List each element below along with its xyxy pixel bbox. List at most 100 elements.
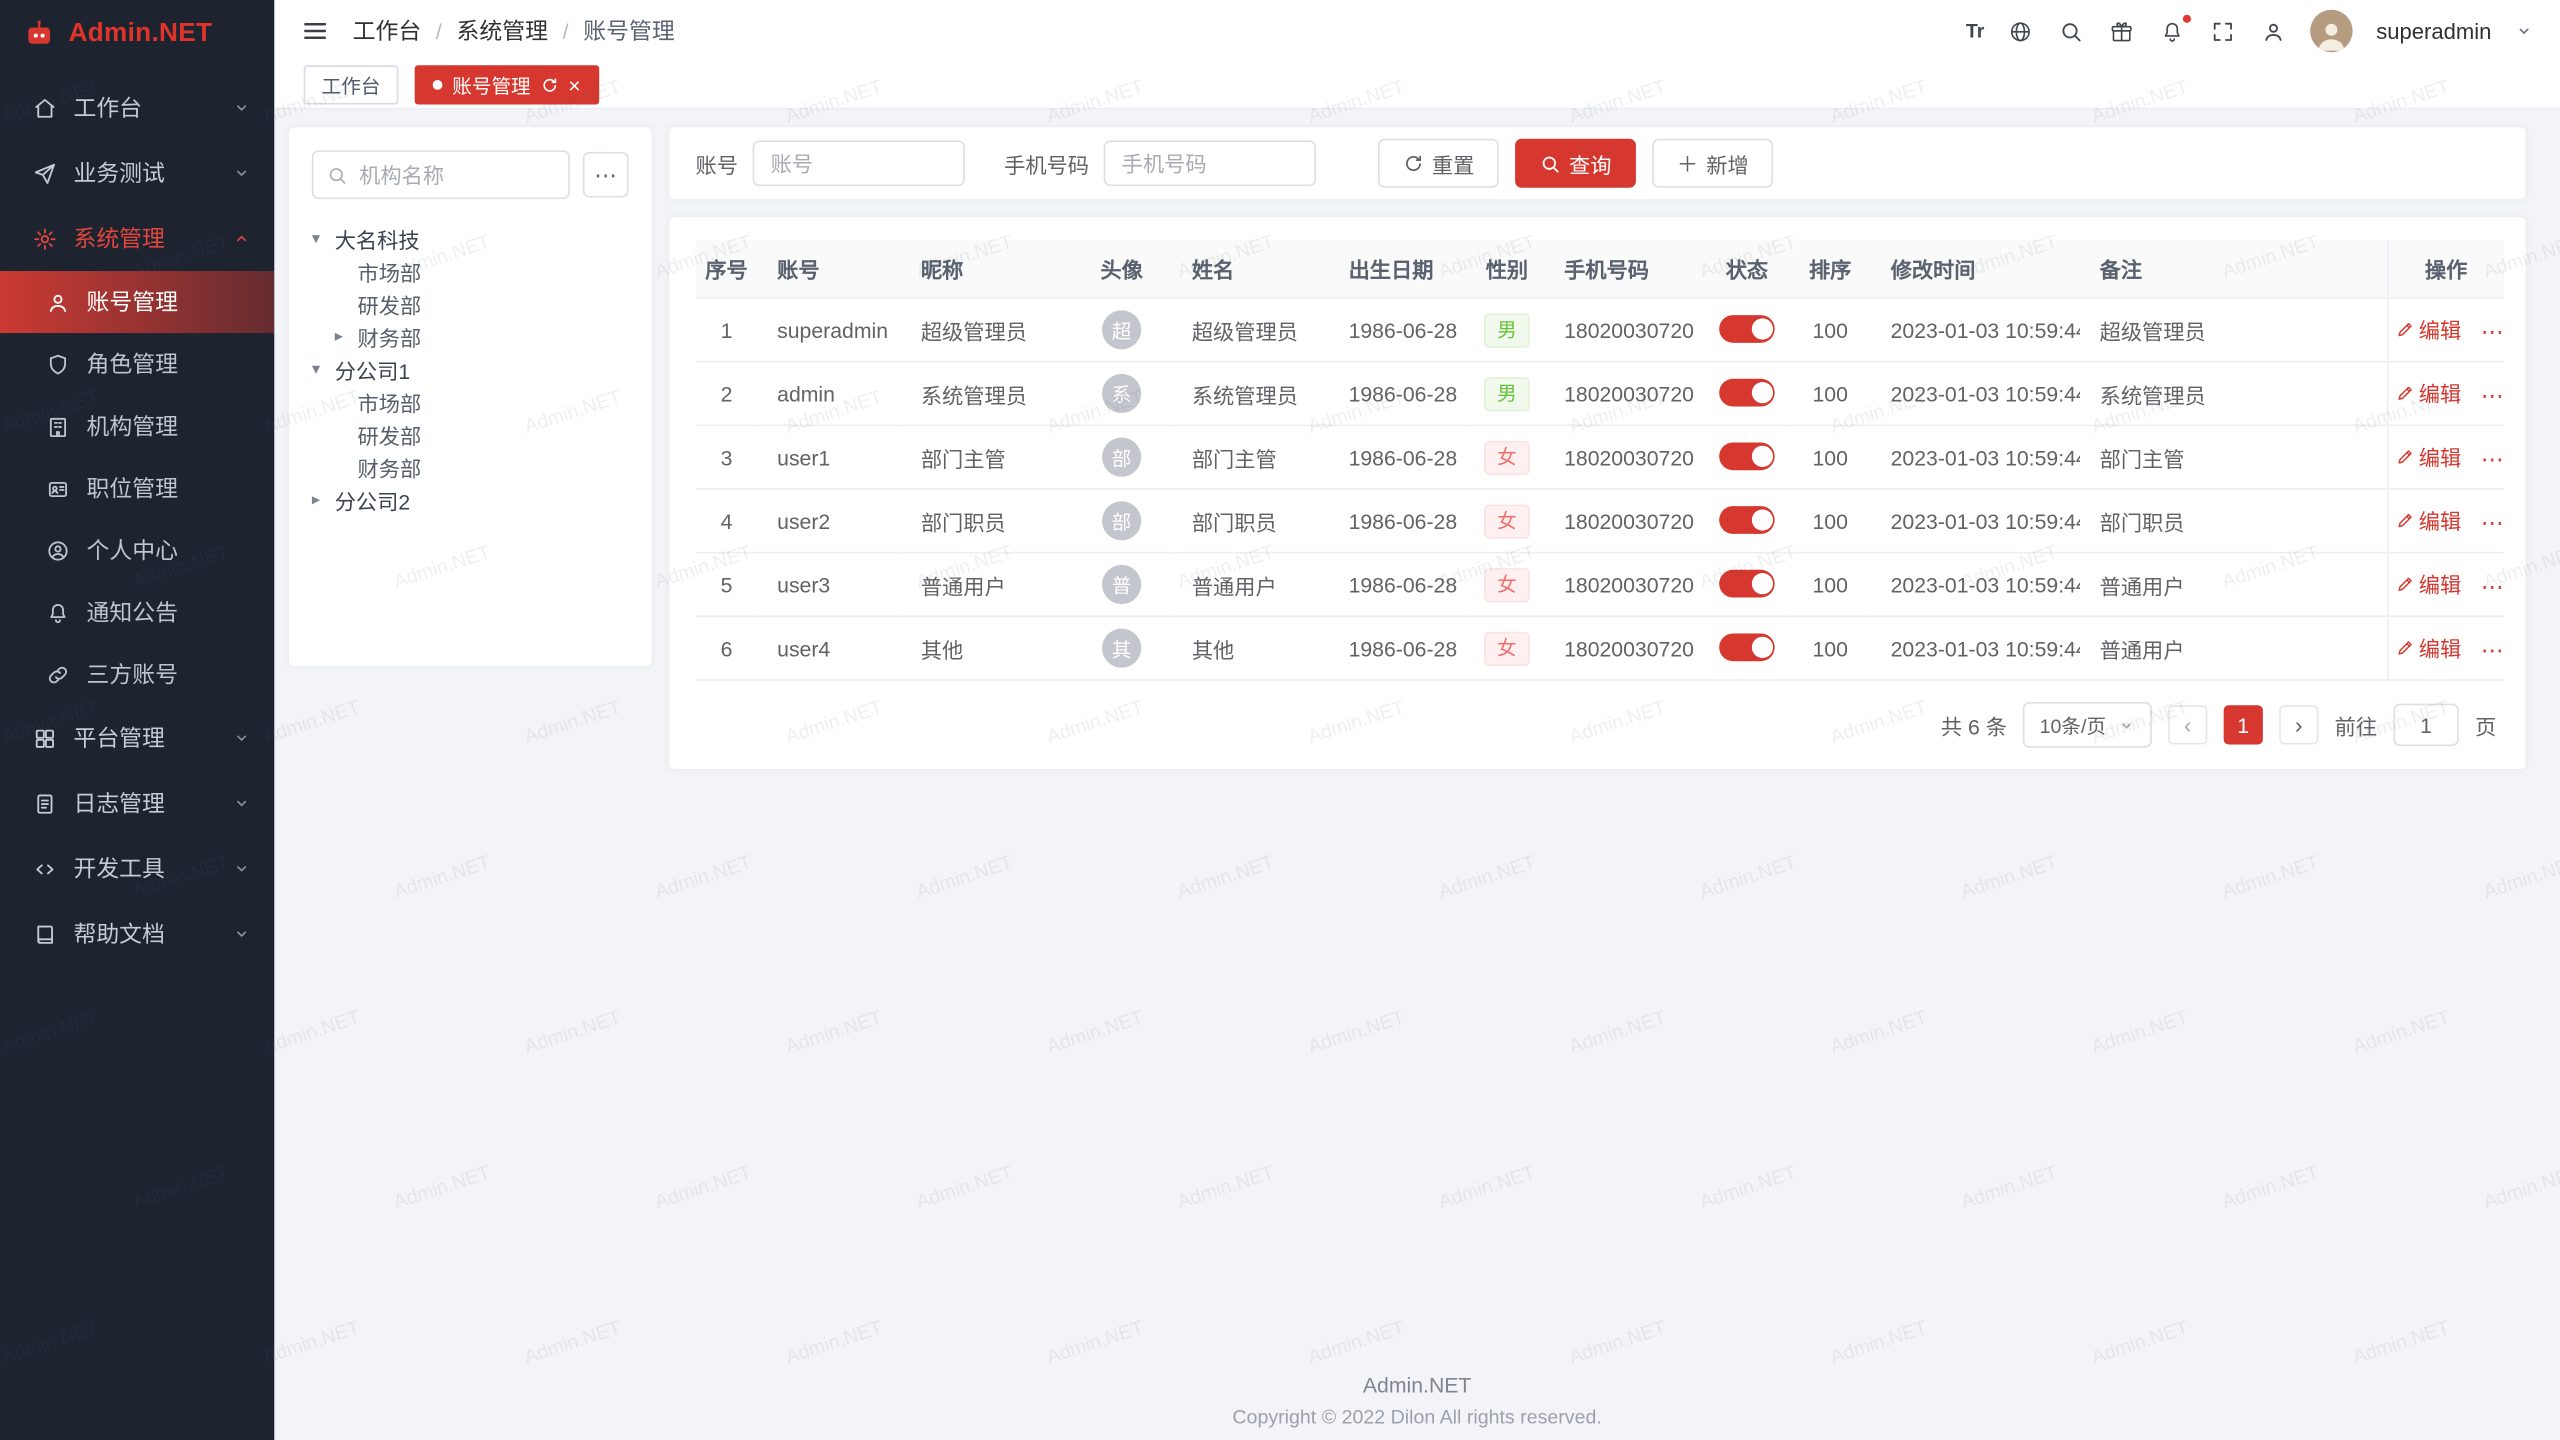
status-toggle[interactable] xyxy=(1719,315,1775,343)
next-page-button[interactable]: › xyxy=(2279,705,2318,744)
cell-status xyxy=(1704,553,1789,617)
cell-name: 系统管理员 xyxy=(1172,362,1329,426)
row-more-button[interactable]: ⋯ xyxy=(2481,382,2504,408)
edit-button[interactable]: 编辑 xyxy=(2394,505,2461,536)
status-toggle[interactable] xyxy=(1719,442,1775,470)
avatar: 部 xyxy=(1102,438,1141,477)
sidebar-item-platform-management[interactable]: 平台管理 xyxy=(0,705,274,770)
tree-node-label: 市场部 xyxy=(358,386,422,417)
username[interactable]: superadmin xyxy=(2376,19,2491,43)
sidebar-item-workbench[interactable]: 工作台 xyxy=(0,75,274,140)
tree-node[interactable]: 研发部 xyxy=(312,287,629,320)
cell-account: user4 xyxy=(758,616,902,680)
status-toggle[interactable] xyxy=(1719,570,1775,598)
col-name: 姓名 xyxy=(1172,240,1329,298)
sidebar-subitem-third-party-account[interactable]: 三方账号 xyxy=(0,643,274,705)
bell-icon[interactable] xyxy=(2159,17,2187,45)
caret-right-icon[interactable]: ▸ xyxy=(335,327,358,345)
current-page-button[interactable]: 1 xyxy=(2224,705,2263,744)
add-button[interactable]: ＋ 新增 xyxy=(1652,139,1773,188)
font-size-icon[interactable]: Tr xyxy=(1966,17,1985,45)
search-icon[interactable] xyxy=(2058,17,2086,45)
chevron-up-icon xyxy=(232,229,252,249)
pencil-icon xyxy=(2394,574,2414,594)
fullscreen-icon[interactable] xyxy=(2210,17,2238,45)
tree-node[interactable]: ▸分公司2 xyxy=(312,483,629,516)
tab-account-management[interactable]: 账号管理 × xyxy=(415,65,599,104)
chevron-down-icon xyxy=(232,793,252,813)
tree-node[interactable]: ▾分公司1 xyxy=(312,353,629,386)
sidebar-subitem-position-management[interactable]: 职位管理 xyxy=(0,457,274,519)
edit-button[interactable]: 编辑 xyxy=(2394,378,2461,409)
tree-node[interactable]: ▸财务部 xyxy=(312,320,629,353)
caret-right-icon[interactable]: ▸ xyxy=(312,491,335,509)
caret-down-icon[interactable]: ▾ xyxy=(312,360,335,378)
row-more-button[interactable]: ⋯ xyxy=(2481,509,2504,535)
tree-node[interactable]: 市场部 xyxy=(312,385,629,418)
tab-workbench[interactable]: 工作台 xyxy=(304,65,399,104)
cell-name: 普通用户 xyxy=(1172,553,1329,617)
cell-order: 100 xyxy=(1789,425,1871,489)
sidebar-subitem-role-management[interactable]: 角色管理 xyxy=(0,333,274,395)
edit-button[interactable]: 编辑 xyxy=(2394,632,2461,663)
status-toggle[interactable] xyxy=(1719,633,1775,661)
cell-nickname: 部门职员 xyxy=(901,489,1071,553)
refresh-icon[interactable] xyxy=(540,76,558,94)
sidebar-item-dev-tools[interactable]: 开发工具 xyxy=(0,836,274,901)
gift-icon[interactable] xyxy=(2108,17,2136,45)
phone-input[interactable] xyxy=(1104,140,1316,186)
row-more-button[interactable]: ⋯ xyxy=(2481,636,2504,662)
edit-button[interactable]: 编辑 xyxy=(2394,569,2461,600)
sidebar-subitem-account-management[interactable]: 账号管理 xyxy=(0,271,274,333)
prev-page-button[interactable]: ‹ xyxy=(2168,705,2207,744)
edit-button[interactable]: 编辑 xyxy=(2394,314,2461,345)
gender-badge: 男 xyxy=(1484,313,1530,347)
col-time: 修改时间 xyxy=(1871,240,2080,298)
user-icon[interactable] xyxy=(2260,17,2288,45)
account-input[interactable] xyxy=(753,140,965,186)
tree-more-button[interactable]: ⋯ xyxy=(583,152,629,198)
sidebar-item-system-management[interactable]: 系统管理 xyxy=(0,206,274,271)
close-icon[interactable]: × xyxy=(568,74,580,95)
sidebar-subitem-personal-center[interactable]: 个人中心 xyxy=(0,519,274,581)
breadcrumb-item[interactable]: 工作台 xyxy=(353,15,422,48)
shield-icon xyxy=(46,352,70,376)
cell-account: user1 xyxy=(758,425,902,489)
sidebar-subitem-org-management[interactable]: 机构管理 xyxy=(0,395,274,457)
tree-node[interactable]: ▾大名科技 xyxy=(312,222,629,255)
page-size-select[interactable]: 10条/页 xyxy=(2023,702,2151,748)
app: Admin.NET 工作台 业务测试 系统管理 账号管理 xyxy=(0,0,2560,1440)
cell-nickname: 超级管理员 xyxy=(901,298,1071,362)
edit-button[interactable]: 编辑 xyxy=(2394,441,2461,472)
org-search-input[interactable] xyxy=(356,161,555,189)
row-more-button[interactable]: ⋯ xyxy=(2481,573,2504,599)
sidebar-subitem-notice[interactable]: 通知公告 xyxy=(0,581,274,643)
cell-ops: 编辑 ⋯ xyxy=(2387,616,2505,680)
sidebar-item-business-test[interactable]: 业务测试 xyxy=(0,140,274,205)
tree-node[interactable]: 市场部 xyxy=(312,255,629,288)
hamburger-icon[interactable] xyxy=(300,16,329,45)
pagination: 共 6 条 10条/页 ‹ 1 › 前往 页 xyxy=(696,681,2500,769)
cell-name: 超级管理员 xyxy=(1172,298,1329,362)
sidebar-item-log-management[interactable]: 日志管理 xyxy=(0,771,274,836)
tree-node[interactable]: 财务部 xyxy=(312,451,629,484)
tree-node[interactable]: 研发部 xyxy=(312,418,629,451)
reset-button[interactable]: 重置 xyxy=(1378,139,1499,188)
row-more-button[interactable]: ⋯ xyxy=(2481,445,2504,471)
user-avatar[interactable] xyxy=(2311,10,2353,52)
col-phone: 手机号码 xyxy=(1544,240,1704,298)
sidebar-item-help-docs[interactable]: 帮助文档 xyxy=(0,901,274,966)
row-more-button[interactable]: ⋯ xyxy=(2481,318,2504,344)
active-dot-icon xyxy=(433,80,443,90)
goto-label: 前往 xyxy=(2335,709,2377,740)
goto-page-input[interactable] xyxy=(2393,704,2458,746)
status-toggle[interactable] xyxy=(1719,506,1775,534)
breadcrumb-item[interactable]: 系统管理 xyxy=(457,15,548,48)
chevron-down-icon[interactable] xyxy=(2514,21,2534,41)
cell-remark: 普通用户 xyxy=(2080,616,2387,680)
globe-icon[interactable] xyxy=(2007,17,2035,45)
search-button[interactable]: 查询 xyxy=(1515,139,1636,188)
caret-down-icon[interactable]: ▾ xyxy=(312,229,335,247)
status-toggle[interactable] xyxy=(1719,379,1775,407)
cell-avatar: 系 xyxy=(1071,362,1172,426)
